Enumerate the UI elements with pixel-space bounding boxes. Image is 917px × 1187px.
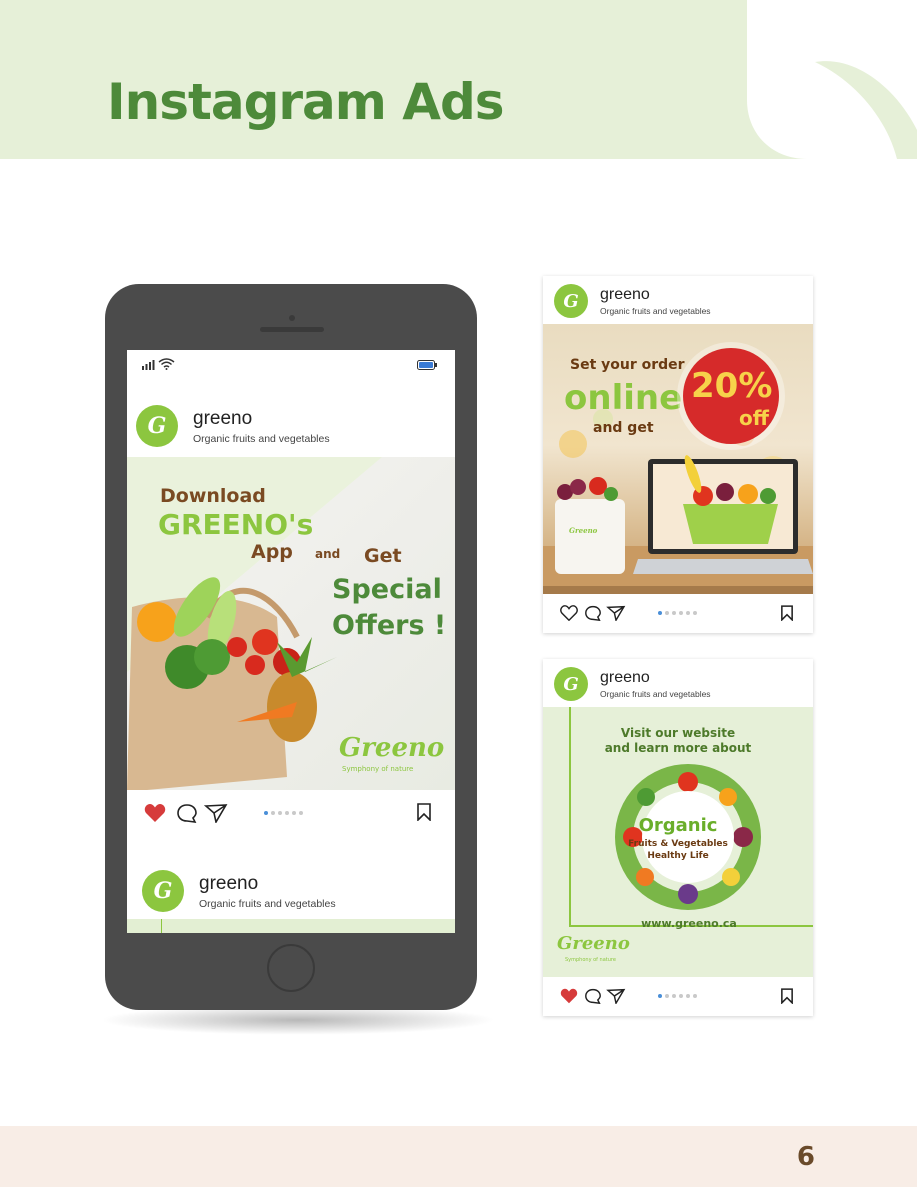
status-bar <box>127 350 455 380</box>
heart-icon[interactable] <box>560 605 578 621</box>
ad-offers: Offers ! <box>332 610 447 641</box>
post-header-2[interactable]: G greeno Organic fruits and vegetables <box>142 870 336 912</box>
wifi-icon <box>158 358 175 370</box>
post-header[interactable]: G greeno Organic fruits and vegetables <box>554 284 711 318</box>
card2-ad-image[interactable]: Visit our website and learn more about O… <box>543 707 813 977</box>
ad-brand-app: GREENO's <box>158 508 314 541</box>
account-subtitle: Organic fruits and vegetables <box>600 689 711 699</box>
phone-camera <box>289 315 295 321</box>
account-subtitle: Organic fruits and vegetables <box>193 432 330 445</box>
share-icon[interactable] <box>606 605 626 621</box>
card2-sub2: Healthy Life <box>647 851 709 861</box>
carousel-dots <box>658 611 697 615</box>
account-name[interactable]: greeno <box>193 408 330 430</box>
leaf-decoration-icon <box>747 0 917 159</box>
comment-icon[interactable] <box>176 803 198 823</box>
card2-line1: Visit our website <box>620 726 736 740</box>
heart-icon[interactable] <box>144 803 166 823</box>
card1-off: off <box>739 406 769 430</box>
comment-icon[interactable] <box>584 605 602 621</box>
ad-download: Download <box>160 485 266 507</box>
account-name[interactable]: greeno <box>600 669 711 687</box>
card1-ad-image[interactable]: Set your order online and get 20% off Gr… <box>543 324 813 594</box>
account-logo[interactable]: G <box>554 667 588 701</box>
ad-and: and <box>315 547 341 561</box>
carousel-dots <box>658 994 697 998</box>
account-logo[interactable]: G <box>142 870 184 912</box>
instagram-post-card-1: G greeno Organic fruits and vegetables S… <box>543 276 813 633</box>
ad-app: App <box>251 541 293 563</box>
account-name[interactable]: greeno <box>199 873 336 895</box>
phone-mockup: G greeno Organic fruits and vegetables D… <box>105 284 477 1010</box>
card2-sub1: Fruits & Vegetables <box>628 839 728 849</box>
card1-line2: online <box>564 378 683 418</box>
ad-get: Get <box>364 545 402 567</box>
signal-icon <box>142 360 155 370</box>
heart-icon[interactable] <box>560 988 578 1004</box>
page: Instagram Ads G greeno Organic fruits an… <box>0 0 917 1187</box>
card1-discount: 20% <box>691 366 773 406</box>
post-actions <box>144 803 228 823</box>
account-logo[interactable]: G <box>554 284 588 318</box>
comment-icon[interactable] <box>584 988 602 1004</box>
post-header[interactable]: G greeno Organic fruits and vegetables <box>554 667 711 701</box>
card1-line1: Set your order <box>570 357 685 373</box>
card1-line3: and get <box>593 420 654 436</box>
post-2-image-partial <box>127 919 455 933</box>
account-subtitle: Organic fruits and vegetables <box>199 897 336 910</box>
card2-logo-text: Greeno <box>557 933 630 954</box>
discount-badge: 20% off <box>683 348 779 444</box>
share-icon[interactable] <box>606 988 626 1004</box>
ad-logo-text: Greeno <box>339 733 445 763</box>
post-actions <box>560 988 626 1004</box>
post-actions <box>560 605 626 621</box>
veg-wreath <box>615 764 761 910</box>
post-header[interactable]: G greeno Organic fruits and vegetables <box>136 405 330 447</box>
account-subtitle: Organic fruits and vegetables <box>600 306 711 316</box>
share-icon[interactable] <box>204 803 228 823</box>
phone-ad-image[interactable]: Download GREENO's App and Get Special Of… <box>127 457 455 790</box>
page-title: Instagram Ads <box>107 73 505 131</box>
card2-url[interactable]: www.greeno.ca <box>543 918 813 929</box>
bookmark-icon[interactable] <box>417 803 431 821</box>
bookmark-icon[interactable] <box>781 605 793 621</box>
instagram-post-card-2: G greeno Organic fruits and vegetables V… <box>543 659 813 1016</box>
card2-tagline: Symphony of nature <box>565 957 616 963</box>
ad-tagline: Symphony of nature <box>342 765 414 773</box>
battery-icon <box>417 360 437 370</box>
bookmark-icon[interactable] <box>781 988 793 1004</box>
carousel-dots <box>264 811 303 815</box>
card2-line2: and learn more about <box>604 741 752 755</box>
header-band: Instagram Ads <box>0 0 917 159</box>
ad-special: Special <box>332 574 442 605</box>
footer-band: 6 <box>0 1126 917 1187</box>
phone-home-button[interactable] <box>267 944 315 992</box>
phone-screen: G greeno Organic fruits and vegetables D… <box>127 350 455 933</box>
phone-speaker <box>260 327 324 332</box>
card2-organic: Organic <box>638 815 718 836</box>
account-name[interactable]: greeno <box>600 286 711 304</box>
account-logo[interactable]: G <box>136 405 178 447</box>
page-number: 6 <box>796 1142 815 1172</box>
card1-bag-label: Greeno <box>569 526 598 535</box>
